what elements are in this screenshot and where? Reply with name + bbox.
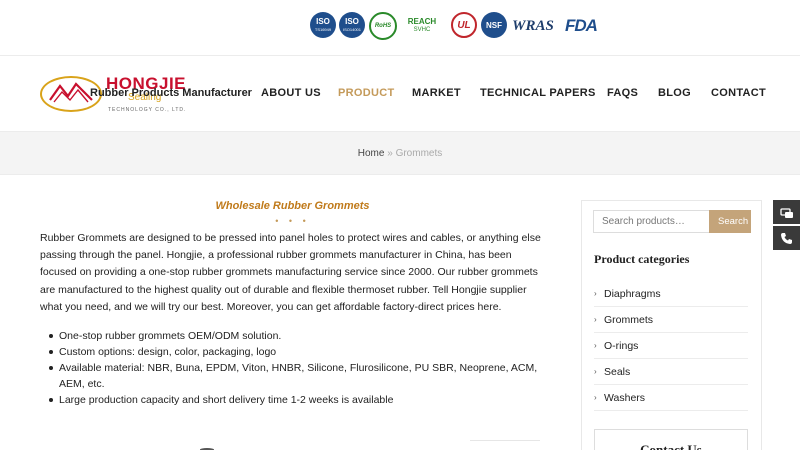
nav-about-us[interactable]: ABOUT US [261, 87, 321, 99]
list-item: Large production capacity and short deli… [40, 392, 545, 408]
breadcrumb-home-link[interactable]: Home [358, 148, 385, 159]
category-label: Diaphragms [604, 288, 661, 300]
ul-label: UL [457, 19, 471, 31]
nav-product[interactable]: PRODUCT [338, 87, 395, 99]
category-label: Grommets [604, 314, 654, 326]
logo-mountain-icon [49, 82, 93, 103]
certification-bar: ISO TS16949 ISO ISO14001 RoHS REACH SVHC… [0, 0, 800, 56]
list-item: Available material: NBR, Buna, EPDM, Vit… [40, 360, 545, 392]
fda-logo-icon: FDA [559, 12, 603, 40]
brand-tagline: Rubber Products Manufacturer [90, 87, 252, 99]
nsf-logo-icon: NSF [481, 12, 507, 38]
iso14001-label: ISO [345, 17, 359, 26]
reach-sub: SVHC [413, 27, 431, 34]
search-input[interactable] [593, 210, 709, 233]
message-icon [779, 207, 793, 218]
page-title: Wholesale Rubber Grommets [215, 200, 370, 212]
brand-logo[interactable]: HONGJIE Sealing Rubber Products Manufact… [40, 74, 252, 116]
list-item: One-stop rubber grommets OEM/ODM solutio… [40, 328, 545, 344]
breadcrumb-current: Grommets [395, 148, 443, 159]
chevron-right-icon: › [594, 289, 597, 298]
categories-heading: Product categories [594, 252, 690, 266]
sidebar: Search Product categories › Diaphragms › G… [581, 200, 762, 450]
site-header: HONGJIE Sealing Rubber Products Manufact… [0, 56, 800, 131]
main-content: Wholesale Rubber Grommets • • • Rubber G… [40, 200, 545, 408]
brand-company: TECHNOLOGY CO., LTD. [108, 107, 187, 113]
phone-icon [781, 232, 792, 244]
category-grommets[interactable]: › Grommets [594, 307, 748, 333]
fda-label: FDA [565, 16, 598, 35]
floating-phone-button[interactable] [773, 226, 800, 250]
ul-logo-icon: UL [451, 12, 477, 38]
wras-logo-icon: WRAS [510, 12, 556, 40]
contact-heading: Contact Us [640, 442, 702, 450]
product-image-frame [470, 440, 540, 450]
chevron-right-icon: › [594, 393, 597, 402]
floating-message-button[interactable] [773, 200, 800, 224]
chevron-right-icon: › [594, 367, 597, 376]
nav-market[interactable]: MARKET [412, 87, 461, 99]
breadcrumb: Home » Grommets [0, 131, 800, 175]
nav-blog[interactable]: BLOG [658, 87, 691, 99]
iso14001-sub: ISO14001 [342, 27, 361, 32]
title-divider-dots: • • • [275, 216, 310, 226]
nsf-label: NSF [486, 20, 502, 30]
breadcrumb-separator: » [387, 148, 393, 159]
iso16949-sub: TS16949 [314, 27, 332, 32]
search-button[interactable]: Search [709, 210, 751, 233]
category-list: › Diaphragms › Grommets › O-rings › Seals › W… [594, 281, 748, 411]
feature-list: One-stop rubber grommets OEM/ODM solutio… [40, 328, 545, 408]
iso14001-logo-icon: ISO ISO14001 [339, 12, 365, 38]
iso16949-label: ISO [316, 17, 330, 26]
category-seals[interactable]: › Seals [594, 359, 748, 385]
nav-contact[interactable]: CONTACT [711, 87, 766, 99]
nav-faqs[interactable]: FAQS [607, 87, 638, 99]
intro-paragraph: Rubber Grommets are designed to be press… [40, 232, 541, 313]
chevron-right-icon: › [594, 341, 597, 350]
wras-label: WRAS [512, 17, 554, 34]
category-label: Seals [604, 366, 631, 378]
nav-technical-papers[interactable]: TECHNICAL PAPERS [480, 87, 596, 99]
iso16949-logo-icon: ISO TS16949 [310, 12, 336, 38]
reach-label: REACH [407, 17, 437, 27]
category-washers[interactable]: › Washers [594, 385, 748, 411]
rohs-label: RoHS [374, 23, 392, 29]
category-o-rings[interactable]: › O-rings [594, 333, 748, 359]
rohs-logo-icon: RoHS [369, 12, 397, 40]
reach-logo-icon: REACH SVHC [398, 12, 446, 40]
category-diaphragms[interactable]: › Diaphragms [594, 281, 748, 307]
list-item: Custom options: design, color, packaging… [40, 344, 545, 360]
category-label: Washers [604, 392, 646, 404]
contact-widget: Contact Us [594, 429, 748, 450]
category-label: O-rings [604, 340, 639, 352]
chevron-right-icon: › [594, 315, 597, 324]
